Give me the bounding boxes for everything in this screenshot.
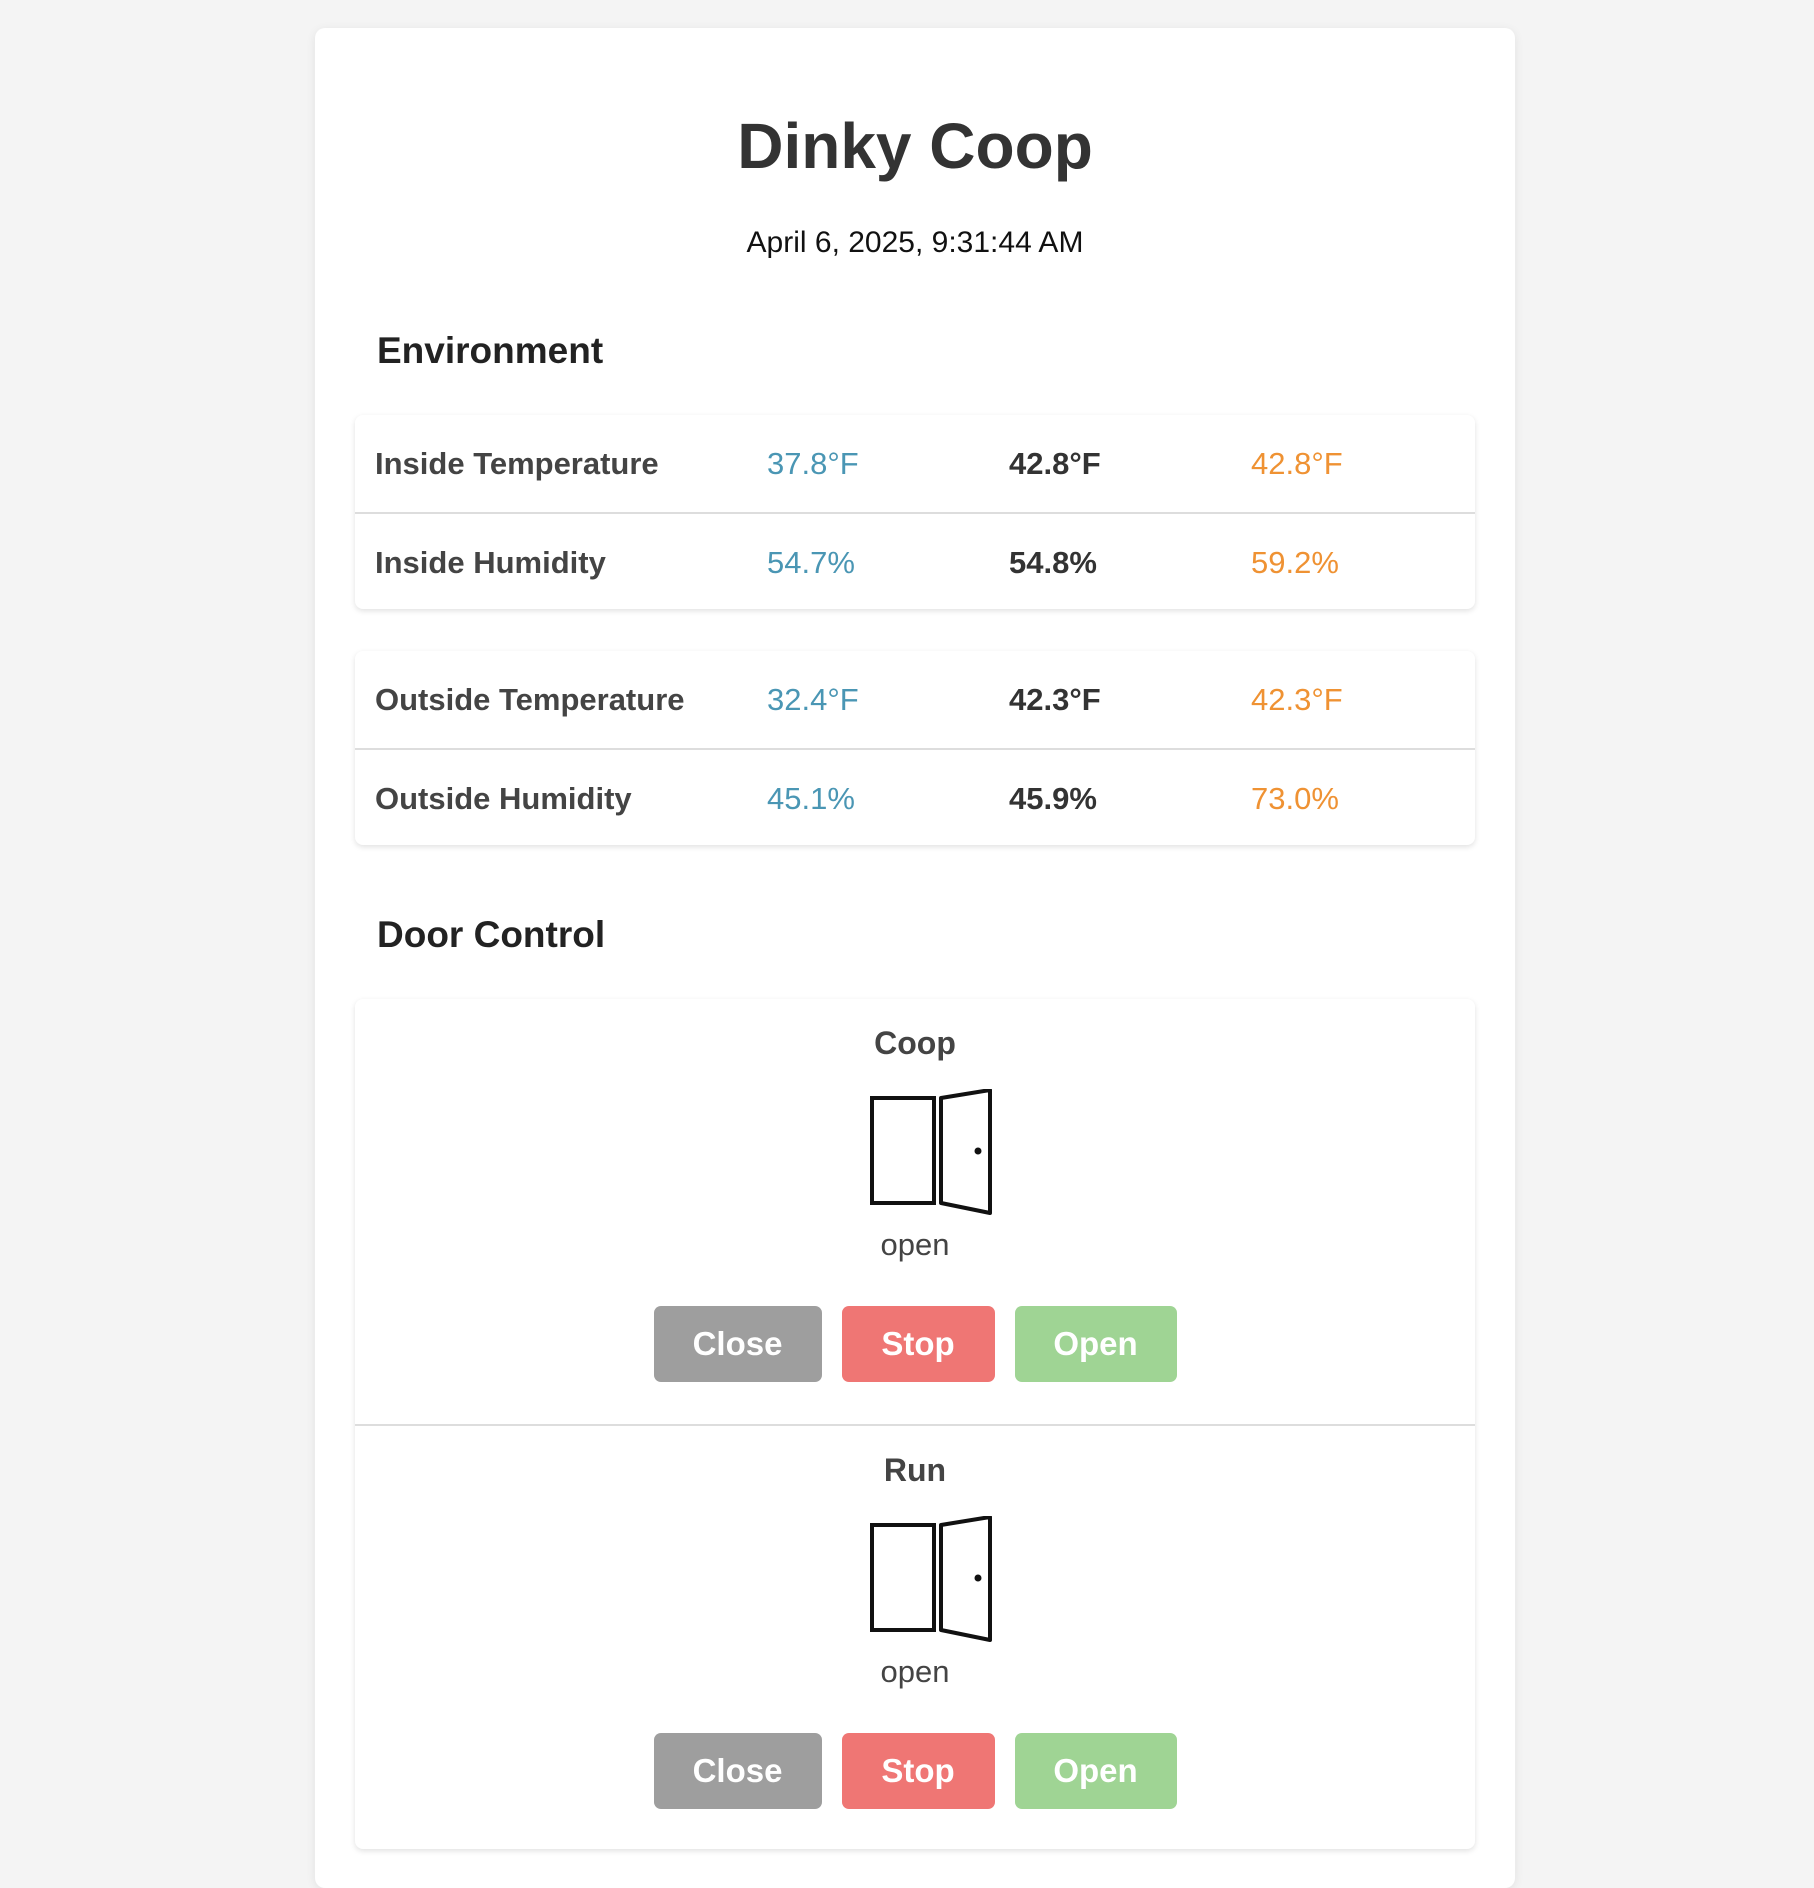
env-value-low: 54.7% bbox=[767, 545, 855, 580]
env-value-current: 45.9% bbox=[1009, 781, 1097, 816]
door-open-icon bbox=[870, 1089, 992, 1215]
outside-environment-card: Outside Temperature 32.4°F 42.3°F 42.3°F… bbox=[355, 651, 1475, 845]
door-control-heading: Door Control bbox=[377, 914, 606, 955]
page-title: Dinky Coop bbox=[737, 110, 1093, 182]
env-value-high: 73.0% bbox=[1251, 781, 1339, 816]
door-status: open bbox=[880, 1654, 950, 1689]
environment-heading: Environment bbox=[377, 330, 604, 371]
door-control-card: Coop open Close Stop Open Run open Close… bbox=[355, 999, 1475, 1849]
stop-button[interactable]: Stop bbox=[841, 1733, 995, 1809]
env-value-low: 32.4°F bbox=[767, 682, 859, 717]
env-row-inside-temperature: Inside Temperature 37.8°F 42.8°F 42.8°F bbox=[355, 415, 1475, 512]
env-label: Inside Temperature bbox=[375, 446, 659, 481]
door-panel-run: Run open Close Stop Open bbox=[355, 1424, 1475, 1849]
main-container: Dinky Coop April 6, 2025, 9:31:44 AM Env… bbox=[315, 28, 1515, 1888]
env-label: Inside Humidity bbox=[375, 545, 606, 580]
env-label: Outside Humidity bbox=[375, 781, 632, 816]
door-open-icon bbox=[870, 1516, 992, 1642]
env-value-high: 42.3°F bbox=[1251, 682, 1343, 717]
door-button-row: Close Stop Open bbox=[355, 1306, 1475, 1382]
env-row-inside-humidity: Inside Humidity 54.7% 54.8% 59.2% bbox=[355, 512, 1475, 609]
env-value-current: 54.8% bbox=[1009, 545, 1097, 580]
timestamp: April 6, 2025, 9:31:44 AM bbox=[746, 226, 1084, 259]
inside-environment-card: Inside Temperature 37.8°F 42.8°F 42.8°F … bbox=[355, 415, 1475, 609]
env-value-current: 42.3°F bbox=[1009, 682, 1101, 717]
door-name: Coop bbox=[874, 1025, 956, 1061]
env-value-current: 42.8°F bbox=[1009, 446, 1101, 481]
env-row-outside-temperature: Outside Temperature 32.4°F 42.3°F 42.3°F bbox=[355, 651, 1475, 748]
close-button[interactable]: Close bbox=[653, 1306, 822, 1382]
open-button[interactable]: Open bbox=[1014, 1733, 1177, 1809]
env-value-high: 59.2% bbox=[1251, 545, 1339, 580]
door-name: Run bbox=[883, 1452, 947, 1488]
close-button[interactable]: Close bbox=[653, 1733, 822, 1809]
env-label: Outside Temperature bbox=[375, 682, 685, 717]
door-button-row: Close Stop Open bbox=[355, 1733, 1475, 1809]
env-value-low: 45.1% bbox=[767, 781, 855, 816]
env-value-low: 37.8°F bbox=[767, 446, 859, 481]
env-row-outside-humidity: Outside Humidity 45.1% 45.9% 73.0% bbox=[355, 748, 1475, 845]
door-status: open bbox=[880, 1227, 950, 1262]
open-button[interactable]: Open bbox=[1014, 1306, 1177, 1382]
door-panel-coop: Coop open Close Stop Open bbox=[355, 999, 1475, 1424]
stop-button[interactable]: Stop bbox=[841, 1306, 995, 1382]
env-value-high: 42.8°F bbox=[1251, 446, 1343, 481]
